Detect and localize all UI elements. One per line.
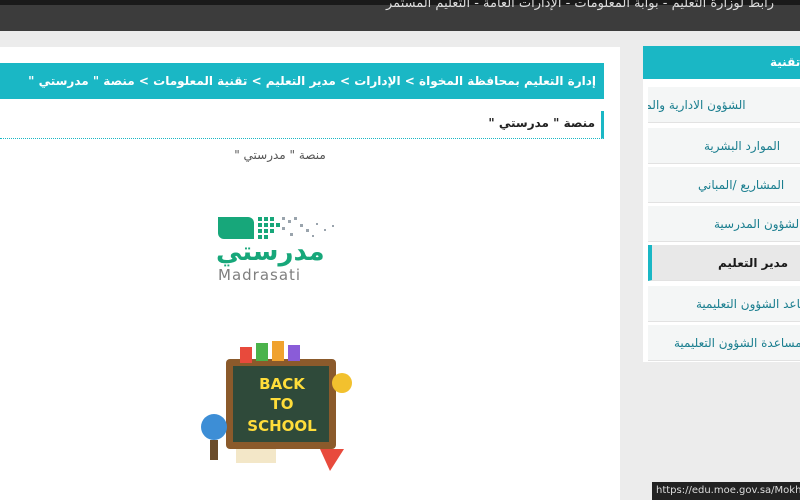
article-subtitle: منصة " مدرستي " bbox=[234, 148, 326, 162]
logo-latin-text: Madrasati bbox=[218, 266, 302, 284]
back-to-school-image: BACK TO SCHOOL bbox=[200, 337, 360, 477]
globe-icon bbox=[201, 414, 227, 440]
sidebar-item-hr[interactable]: الموارد البشرية bbox=[648, 128, 800, 164]
sidebar-item-label: الشؤون المدرسية bbox=[714, 217, 800, 231]
madrasati-logo: مدرستي Madrasati bbox=[216, 215, 356, 295]
back-text: BACK bbox=[259, 375, 306, 393]
main-content-panel: إدارة التعليم بمحافظة المخواة > الإدارات… bbox=[0, 47, 620, 500]
sidebar-item-edu-assistant-female[interactable]: مساعدة الشؤون التعليمية bbox=[648, 325, 800, 361]
sidebar: تقنية المعلومات الشؤون الادارية والمالية… bbox=[643, 46, 800, 362]
sidebar-item-school-affairs[interactable]: الشؤون المدرسية bbox=[648, 206, 800, 242]
top-nav-links[interactable]: رابط لوزارة التعليم - بوابة المعلومات - … bbox=[386, 0, 774, 11]
sidebar-item-education-director[interactable]: مدير التعليم bbox=[648, 245, 800, 281]
sidebar-item-label: المشاريع /المباني bbox=[698, 178, 785, 192]
page-title: منصة " مدرستي " bbox=[0, 111, 604, 139]
sidebar-item-label: مساعد الشؤون التعليمية bbox=[696, 297, 800, 311]
sidebar-item-label: الموارد البشرية bbox=[704, 139, 781, 153]
to-text: TO bbox=[271, 395, 294, 413]
breadcrumb[interactable]: إدارة التعليم بمحافظة المخواة > الإدارات… bbox=[0, 63, 604, 99]
logo-arabic-text: مدرستي bbox=[216, 237, 325, 267]
sidebar-item-edu-assistant[interactable]: مساعد الشؤون التعليمية bbox=[648, 286, 800, 322]
sidebar-item-buildings[interactable]: المشاريع /المباني bbox=[648, 167, 800, 203]
sidebar-item-label: الشؤون الادارية والمالية bbox=[648, 98, 746, 112]
sidebar-item-label: مدير التعليم bbox=[718, 256, 789, 270]
school-text: SCHOOL bbox=[247, 417, 317, 435]
sidebar-title: تقنية المعلومات bbox=[643, 46, 800, 79]
top-navigation-bar: رابط لوزارة التعليم - بوابة المعلومات - … bbox=[0, 0, 800, 31]
sidebar-item-admin-finance[interactable]: الشؤون الادارية والمالية bbox=[648, 87, 800, 123]
status-bar-url: https://edu.moe.gov.sa/Mokhwah/ bbox=[652, 482, 800, 500]
sidebar-item-label: مساعدة الشؤون التعليمية bbox=[674, 336, 800, 350]
